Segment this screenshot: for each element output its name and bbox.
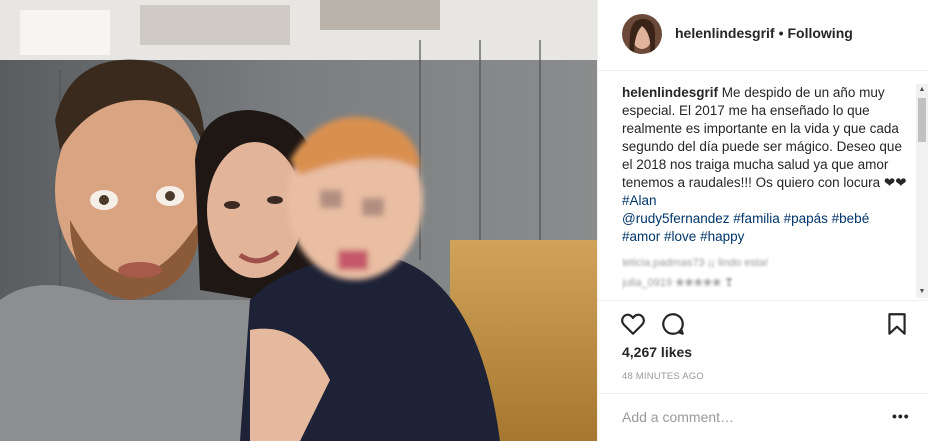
following-button[interactable]: Following	[787, 25, 852, 41]
username-link[interactable]: helenlindesgrif	[675, 25, 775, 41]
tag-link[interactable]: #bebé	[832, 211, 870, 226]
tag-link[interactable]: #Alan	[622, 193, 657, 208]
speech-bubble-icon[interactable]	[660, 311, 686, 337]
comments-list: helenlindesgrif Me despido de un año muy…	[622, 84, 912, 294]
heart-outline-icon[interactable]	[620, 311, 646, 337]
likes-count[interactable]: 4,267 likes	[622, 344, 692, 360]
caption-username-link[interactable]: helenlindesgrif	[622, 85, 718, 100]
caption-text: Me despido de un año muy especial. El 20…	[622, 85, 907, 190]
tag-link[interactable]: @rudy5fernandez	[622, 211, 730, 226]
post-timestamp[interactable]: 48 MINUTES AGO	[622, 371, 704, 382]
caption: helenlindesgrif Me despido de un año muy…	[622, 84, 912, 246]
add-comment-input[interactable]	[622, 406, 882, 428]
photo-illustration	[0, 0, 597, 441]
separator-dot: •	[778, 25, 784, 41]
scrollbar-thumb[interactable]	[918, 98, 926, 142]
scroll-down-arrow-icon[interactable]: ▼	[916, 286, 928, 298]
tag-link[interactable]: #familia	[733, 211, 780, 226]
bookmark-icon[interactable]	[884, 311, 910, 337]
comment-bar: •••	[598, 393, 929, 441]
tag-link[interactable]: #happy	[700, 229, 744, 244]
comments-scrollbar[interactable]: ▲ ▼	[916, 84, 928, 298]
tag-link[interactable]: #love	[664, 229, 696, 244]
avatar[interactable]	[622, 14, 662, 54]
post-photo[interactable]	[0, 0, 597, 441]
post-details-panel: helenlindesgrif • Following helenlindesgri…	[597, 0, 929, 441]
post-header: helenlindesgrif • Following	[598, 0, 929, 71]
avatar-image	[622, 14, 662, 54]
blurred-comment: leticia.padmas73 ¡¡ lindo esta!	[622, 257, 769, 269]
more-options-icon[interactable]: •••	[892, 408, 912, 424]
tag-link[interactable]: #papás	[784, 211, 828, 226]
tag-link[interactable]: #amor	[622, 229, 660, 244]
scroll-up-arrow-icon[interactable]: ▲	[916, 84, 928, 96]
blurred-comment: julia_0919 ❀❀❀❀❀ ❣	[622, 277, 734, 289]
